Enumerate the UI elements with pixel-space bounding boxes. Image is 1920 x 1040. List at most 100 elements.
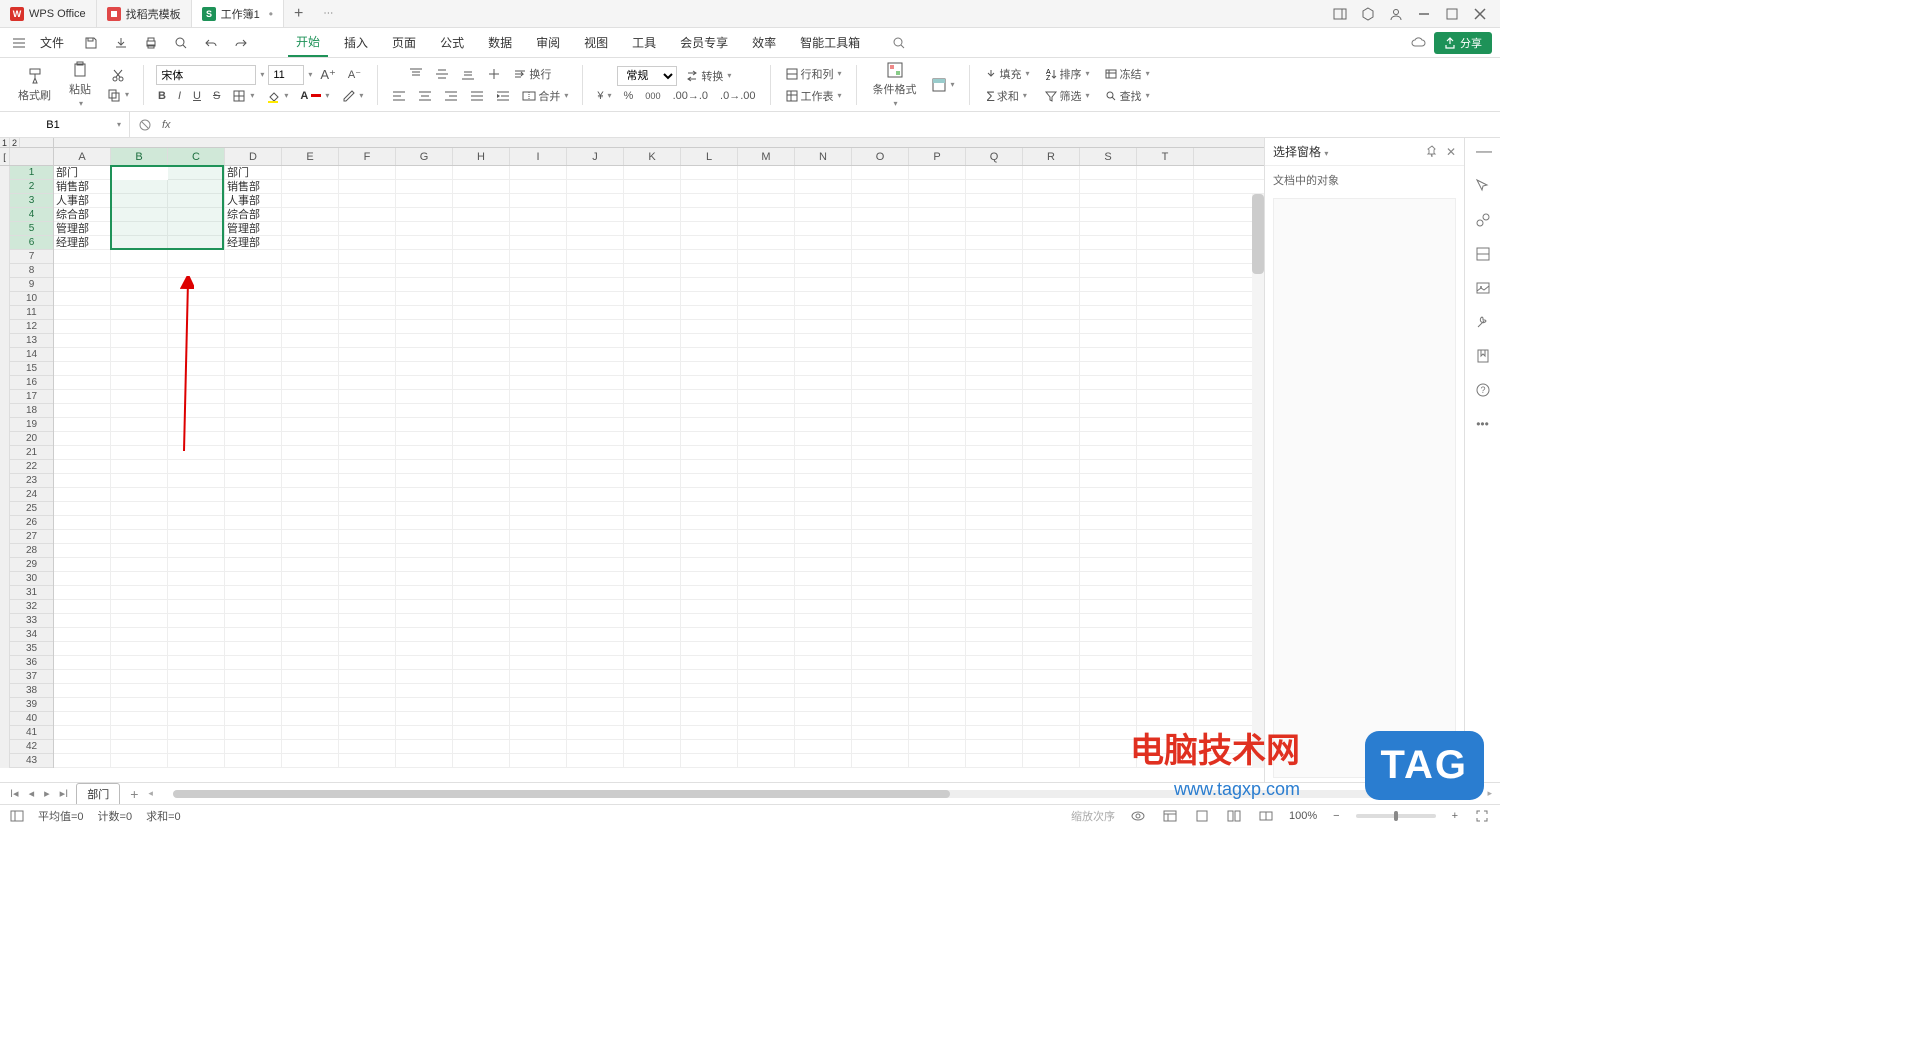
cell[interactable]	[795, 642, 852, 655]
align-bottom-button[interactable]	[457, 66, 479, 82]
cell[interactable]	[54, 306, 111, 319]
cell[interactable]	[54, 264, 111, 277]
cell[interactable]	[339, 418, 396, 431]
cell[interactable]	[396, 404, 453, 417]
column-header[interactable]: C	[168, 148, 225, 165]
spreadsheet-grid[interactable]: 12 [ ABCDEFGHIJKLMNOPQRST 12345678910111…	[0, 138, 1264, 782]
cell[interactable]	[339, 460, 396, 473]
cell[interactable]	[909, 404, 966, 417]
cell[interactable]	[1080, 516, 1137, 529]
cell[interactable]	[339, 488, 396, 501]
add-sheet-button[interactable]: +	[126, 786, 142, 802]
cell[interactable]	[852, 348, 909, 361]
cell[interactable]	[1080, 698, 1137, 711]
select-all-button[interactable]	[10, 148, 53, 165]
cell[interactable]	[795, 698, 852, 711]
cell[interactable]	[1080, 600, 1137, 613]
cell[interactable]	[396, 698, 453, 711]
cell[interactable]	[966, 292, 1023, 305]
cell[interactable]	[453, 208, 510, 221]
cell[interactable]	[681, 754, 738, 767]
cell[interactable]	[909, 460, 966, 473]
cell[interactable]	[1023, 250, 1080, 263]
cell[interactable]	[966, 166, 1023, 179]
align-middle-button[interactable]	[431, 66, 453, 82]
cell[interactable]	[795, 432, 852, 445]
cell[interactable]	[168, 488, 225, 501]
cell[interactable]	[567, 614, 624, 627]
cell[interactable]	[168, 432, 225, 445]
cell[interactable]	[225, 488, 282, 501]
cell[interactable]	[624, 418, 681, 431]
cell[interactable]	[852, 614, 909, 627]
menu-item[interactable]: 会员专享	[672, 29, 736, 57]
cell[interactable]	[567, 320, 624, 333]
cell[interactable]	[168, 376, 225, 389]
cell[interactable]	[852, 320, 909, 333]
cell[interactable]	[453, 712, 510, 725]
cell[interactable]	[681, 586, 738, 599]
cell[interactable]	[567, 544, 624, 557]
cell[interactable]	[339, 572, 396, 585]
menu-item[interactable]: 工具	[624, 29, 664, 57]
cell[interactable]	[567, 222, 624, 235]
cell[interactable]	[396, 656, 453, 669]
cell[interactable]	[795, 264, 852, 277]
cell[interactable]	[453, 390, 510, 403]
cell[interactable]	[1023, 656, 1080, 669]
column-header[interactable]: J	[567, 148, 624, 165]
cell[interactable]	[54, 292, 111, 305]
cell[interactable]	[168, 390, 225, 403]
cell[interactable]	[510, 726, 567, 739]
cell[interactable]	[909, 740, 966, 753]
cell[interactable]	[510, 586, 567, 599]
cell[interactable]	[567, 362, 624, 375]
cell[interactable]	[111, 460, 168, 473]
cell[interactable]	[1137, 474, 1194, 487]
cell[interactable]	[681, 292, 738, 305]
cell[interactable]	[225, 740, 282, 753]
cell[interactable]	[510, 432, 567, 445]
cell[interactable]	[852, 278, 909, 291]
cell[interactable]	[1137, 488, 1194, 501]
cell[interactable]	[624, 166, 681, 179]
cell[interactable]	[966, 712, 1023, 725]
cell[interactable]	[225, 684, 282, 697]
cell[interactable]	[966, 488, 1023, 501]
cell[interactable]	[681, 278, 738, 291]
cell[interactable]	[966, 348, 1023, 361]
cell[interactable]	[111, 362, 168, 375]
cell[interactable]	[510, 292, 567, 305]
cell[interactable]	[624, 194, 681, 207]
cell[interactable]	[1137, 292, 1194, 305]
cell[interactable]	[567, 166, 624, 179]
indent-button[interactable]	[492, 88, 514, 104]
cell[interactable]	[225, 712, 282, 725]
column-header[interactable]: Q	[966, 148, 1023, 165]
cell[interactable]	[168, 684, 225, 697]
cell[interactable]	[624, 712, 681, 725]
cell[interactable]	[282, 166, 339, 179]
cell[interactable]	[111, 600, 168, 613]
cell[interactable]	[225, 502, 282, 515]
cell[interactable]	[111, 474, 168, 487]
zoom-slider[interactable]	[1356, 814, 1436, 818]
cell[interactable]	[1137, 502, 1194, 515]
cell[interactable]	[1080, 684, 1137, 697]
cells-area[interactable]: 部门部门销售部销售部人事部人事部综合部综合部管理部管理部经理部经理部	[54, 166, 1264, 768]
cell[interactable]	[624, 334, 681, 347]
cell[interactable]	[225, 572, 282, 585]
cell[interactable]	[681, 222, 738, 235]
cell[interactable]	[168, 180, 225, 193]
column-header[interactable]: T	[1137, 148, 1194, 165]
cell[interactable]	[966, 194, 1023, 207]
cell[interactable]	[396, 670, 453, 683]
image-icon[interactable]	[1473, 278, 1493, 298]
cell[interactable]	[396, 292, 453, 305]
cell[interactable]	[795, 306, 852, 319]
cell[interactable]	[624, 376, 681, 389]
cell[interactable]	[738, 572, 795, 585]
cell[interactable]	[909, 320, 966, 333]
decrease-font-button[interactable]: A⁻	[344, 66, 365, 83]
cell[interactable]	[453, 628, 510, 641]
